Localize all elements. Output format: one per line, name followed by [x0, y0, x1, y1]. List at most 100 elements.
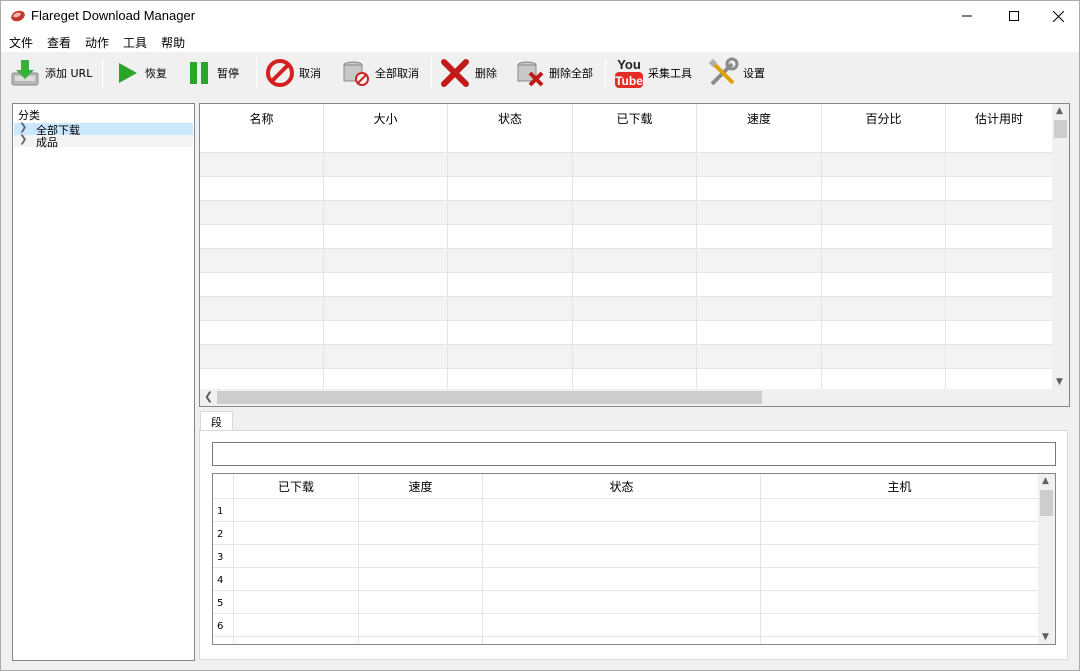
- table-cell: [324, 225, 448, 248]
- segment-row[interactable]: 7: [213, 636, 1039, 644]
- table-cell: [448, 345, 573, 368]
- scroll-thumb[interactable]: [217, 391, 762, 404]
- table-row[interactable]: [200, 248, 1053, 272]
- column-header-eta[interactable]: 估计用时: [946, 104, 1053, 152]
- table-cell: [946, 225, 1053, 248]
- segment-row[interactable]: 4: [213, 567, 1039, 590]
- menu-tools[interactable]: 工具: [115, 31, 153, 52]
- menu-action[interactable]: 动作: [77, 31, 115, 52]
- segment-cell: [483, 499, 761, 521]
- menu-help[interactable]: 帮助: [153, 31, 191, 52]
- segment-row[interactable]: 6: [213, 613, 1039, 636]
- column-header-status[interactable]: 状态: [448, 104, 573, 152]
- chevron-right-icon[interactable]: ❯: [19, 122, 27, 133]
- table-header: 名称 大小 状态 已下载 速度 百分比 估计用时: [200, 104, 1053, 152]
- table-cell: [324, 177, 448, 200]
- scroll-down-icon[interactable]: ▼: [1056, 377, 1063, 387]
- scroll-down-icon[interactable]: ▼: [1042, 632, 1049, 642]
- grabber-label: 采集工具: [648, 67, 692, 80]
- minimize-button[interactable]: [944, 1, 990, 31]
- delete-all-button[interactable]: 删除全部: [515, 56, 593, 90]
- tab-segments[interactable]: 段: [200, 411, 233, 431]
- cancel-button[interactable]: 取消: [265, 56, 321, 90]
- menu-file[interactable]: 文件: [1, 31, 39, 52]
- table-cell: [448, 153, 573, 176]
- column-header-name[interactable]: 名称: [200, 104, 324, 152]
- column-header-speed[interactable]: 速度: [697, 104, 822, 152]
- table-row[interactable]: [200, 344, 1053, 368]
- delete-all-label: 删除全部: [549, 67, 593, 80]
- scroll-up-icon[interactable]: ▲: [1042, 476, 1049, 486]
- column-header-seg-host[interactable]: 主机: [761, 474, 1039, 498]
- close-button[interactable]: [1035, 1, 1080, 31]
- table-row[interactable]: [200, 320, 1053, 344]
- row-number-header: [213, 474, 234, 498]
- add-url-button[interactable]: 添加 URL: [9, 56, 92, 90]
- horizontal-scrollbar[interactable]: ❮ ❯: [200, 389, 1067, 406]
- table-cell: [200, 273, 324, 296]
- vertical-scrollbar[interactable]: ▲ ▼: [1052, 104, 1069, 389]
- delete-button[interactable]: 删除: [439, 56, 497, 90]
- table-row[interactable]: [200, 152, 1053, 176]
- delete-icon: [441, 59, 469, 87]
- vertical-scrollbar[interactable]: ▲ ▼: [1038, 474, 1055, 644]
- segment-cell: [234, 637, 359, 644]
- menu-view[interactable]: 查看: [39, 31, 77, 52]
- segment-cell: [359, 499, 483, 521]
- row-number: 3: [213, 545, 234, 567]
- table-row[interactable]: [200, 176, 1053, 200]
- table-cell: [573, 153, 697, 176]
- row-number: 7: [213, 637, 234, 644]
- tree-item-finished[interactable]: ❯ 成品: [14, 134, 193, 149]
- table-row[interactable]: [200, 272, 1053, 296]
- segment-row[interactable]: 1: [213, 498, 1039, 521]
- cancel-all-button[interactable]: 全部取消: [341, 56, 419, 90]
- table-row[interactable]: [200, 296, 1053, 320]
- segment-cell: [761, 499, 1039, 521]
- column-header-seg-speed[interactable]: 速度: [359, 474, 483, 498]
- column-header-percent[interactable]: 百分比: [822, 104, 946, 152]
- table-cell: [946, 201, 1053, 224]
- column-header-downloaded[interactable]: 已下载: [573, 104, 697, 152]
- column-header-seg-status[interactable]: 状态: [483, 474, 761, 498]
- table-cell: [573, 321, 697, 344]
- grabber-button[interactable]: You Tube 采集工具: [614, 56, 692, 90]
- column-header-size[interactable]: 大小: [324, 104, 448, 152]
- segment-cell: [761, 591, 1039, 613]
- segment-cell: [761, 568, 1039, 590]
- table-cell: [324, 153, 448, 176]
- table-row[interactable]: [200, 200, 1053, 224]
- segment-row[interactable]: 5: [213, 590, 1039, 613]
- settings-button[interactable]: 设置: [707, 56, 765, 90]
- row-number: 2: [213, 522, 234, 544]
- table-cell: [200, 345, 324, 368]
- resume-button[interactable]: 恢复: [113, 56, 167, 90]
- chevron-right-icon[interactable]: ❯: [19, 134, 27, 145]
- scroll-thumb[interactable]: [1054, 120, 1067, 138]
- scroll-left-icon[interactable]: ❮: [204, 390, 213, 403]
- category-tree: 分类 ❯ 全部下载 ❯ 成品: [12, 103, 195, 661]
- segment-cell: [761, 522, 1039, 544]
- table-cell: [697, 345, 822, 368]
- pause-button[interactable]: 暂停: [185, 56, 239, 90]
- menu-bar: 文件 查看 动作 工具 帮助: [1, 31, 1079, 52]
- resume-label: 恢复: [145, 67, 167, 80]
- segments-header: 已下载 速度 状态 主机: [213, 474, 1039, 498]
- cancel-all-icon: [343, 61, 369, 86]
- table-cell: [946, 345, 1053, 368]
- row-number: 1: [213, 499, 234, 521]
- table-cell: [200, 249, 324, 272]
- column-header-seg-downloaded[interactable]: 已下载: [234, 474, 359, 498]
- table-cell: [697, 177, 822, 200]
- segment-row[interactable]: 3: [213, 544, 1039, 567]
- segments-progress-bar: [212, 442, 1056, 466]
- app-logo-icon: [11, 10, 25, 22]
- scroll-up-icon[interactable]: ▲: [1056, 106, 1063, 116]
- segment-cell: [483, 637, 761, 644]
- maximize-button[interactable]: [991, 1, 1037, 31]
- table-row[interactable]: [200, 224, 1053, 248]
- segment-row[interactable]: 2: [213, 521, 1039, 544]
- scroll-thumb[interactable]: [1040, 490, 1053, 516]
- play-icon: [119, 63, 137, 83]
- toolbar: 添加 URL 恢复 暂停 取消 全部取消 删除 删除全部 You Tube 采集…: [1, 52, 1079, 94]
